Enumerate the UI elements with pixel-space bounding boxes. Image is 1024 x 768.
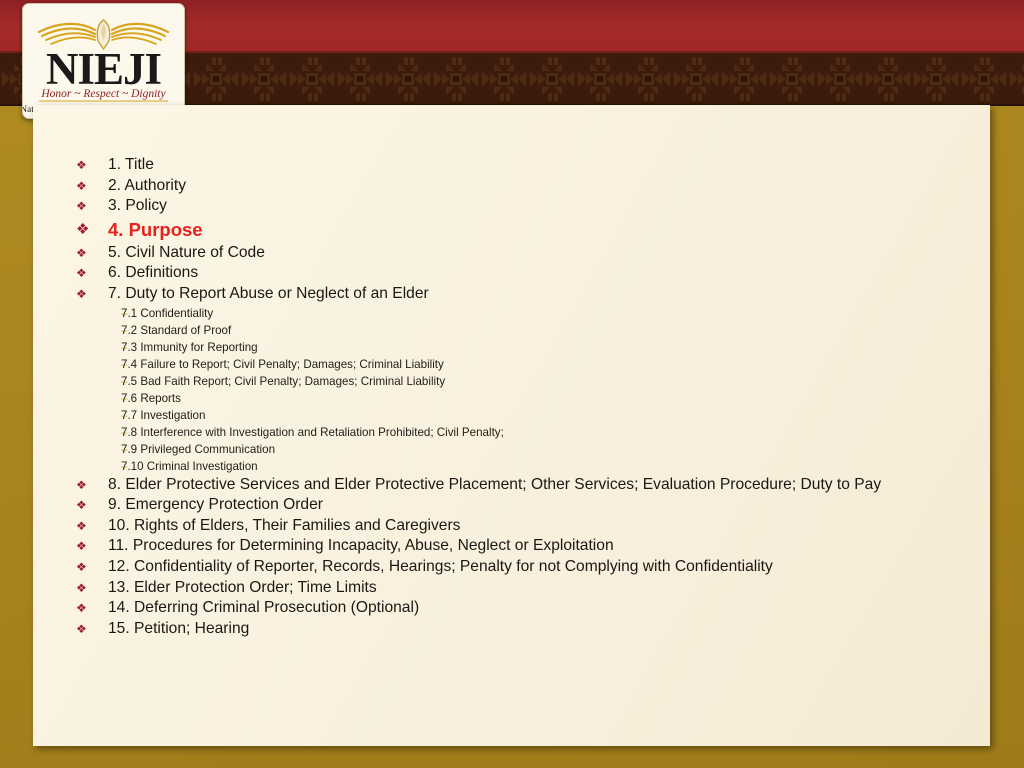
logo-wordmark: NIEJI [46, 44, 161, 94]
diamond-bullet-icon: ❖ [76, 539, 87, 554]
outline-item: ❖ 15. Petition; Hearing [72, 619, 976, 640]
dash-bullet-icon: – [121, 374, 128, 388]
outline-subitem: –7.8 Interference with Investigation and… [72, 424, 976, 441]
outline-item: ❖ 3. Policy [72, 196, 976, 217]
outline-item: ❖ 7. Duty to Report Abuse or Neglect of a… [72, 284, 976, 305]
outline-item: ❖ 14. Deferring Criminal Prosecution (Opt… [72, 598, 976, 619]
outline-subitem: –7.10 Criminal Investigation [72, 458, 976, 475]
dash-bullet-icon: – [121, 306, 128, 320]
outline-item-label: 7.6 Reports [121, 391, 181, 405]
outline-item-label: 6. Definitions [108, 264, 199, 282]
dash-bullet-icon: – [121, 425, 128, 439]
dash-bullet-icon: – [121, 323, 128, 337]
outline-item: ❖ 8. Elder Protective Services and Elder … [72, 475, 976, 496]
outline-subitem: –7.1 Confidentiality [72, 305, 976, 322]
outline-item-label: 7.4 Failure to Report; Civil Penalty; Da… [121, 357, 444, 371]
outline-item-label: 13. Elder Protection Order; Time Limits [108, 578, 377, 596]
slide: NIEJI Honor ~ Respect ~ Dignity National… [0, 0, 1024, 768]
outline-subitem: –7.4 Failure to Report; Civil Penalty; D… [72, 356, 976, 373]
outline-subitem: –7.6 Reports [72, 390, 976, 407]
logo-tagline: Honor ~ Respect ~ Dignity [40, 88, 166, 100]
outline-item-label: 7.10 Criminal Investigation [121, 459, 258, 473]
dash-bullet-icon: – [121, 357, 128, 371]
outline-item-label: 5. Civil Nature of Code [108, 243, 265, 261]
outline-subitem: –7.9 Privileged Communication [72, 441, 976, 458]
dash-bullet-icon: – [121, 408, 128, 422]
outline-item-label: 7.5 Bad Faith Report; Civil Penalty; Dam… [121, 374, 446, 388]
outline-item-label: 7.7 Investigation [121, 408, 206, 422]
table-of-contents-list: ❖ 1. Title ❖ 2. Authority ❖ 3. Policy ❖ 4. Purp… [72, 155, 976, 639]
diamond-bullet-icon: ❖ [76, 178, 87, 193]
dash-bullet-icon: – [121, 442, 128, 456]
outline-item-label: 7.1 Confidentiality [121, 306, 214, 320]
diamond-bullet-icon: ❖ [76, 498, 87, 513]
outline-item-label: 7.3 Immunity for Reporting [121, 340, 258, 354]
outline-item-label: 15. Petition; Hearing [108, 619, 250, 637]
outline-subitem: –7.7 Investigation [72, 407, 976, 424]
outline-item: ❖ 11. Procedures for Determining Incapaci… [72, 536, 976, 557]
outline-item-label: 3. Policy [108, 197, 167, 215]
outline-item: ❖ 13. Elder Protection Order; Time Limits [72, 578, 976, 599]
outline-item: ❖ 12. Confidentiality of Reporter, Record… [72, 557, 976, 578]
diamond-bullet-icon: ❖ [76, 286, 87, 301]
dash-bullet-icon: – [121, 340, 128, 354]
content-panel: ❖ 1. Title ❖ 2. Authority ❖ 3. Policy ❖ 4. Purp… [33, 105, 990, 746]
outline-item-label: 12. Confidentiality of Reporter, Records… [108, 557, 773, 575]
outline-item-label: 9. Emergency Protection Order [108, 496, 323, 514]
outline-item: ❖ 9. Emergency Protection Order [72, 495, 976, 516]
diamond-bullet-icon: ❖ [76, 559, 87, 574]
diamond-bullet-icon: ❖ [76, 266, 87, 281]
diamond-bullet-icon: ❖ [76, 621, 87, 636]
diamond-bullet-icon: ❖ [76, 477, 87, 492]
outline-item-label: 7.2 Standard of Proof [121, 323, 232, 337]
outline-item: ❖ 2. Authority [72, 176, 976, 197]
outline-item: ❖ 5. Civil Nature of Code [72, 243, 976, 264]
outline-item-label: 7. Duty to Report Abuse or Neglect of an… [108, 284, 429, 302]
outline-item: ❖ 6. Definitions [72, 263, 976, 284]
diamond-bullet-icon: ❖ [76, 601, 87, 616]
outline-item-label: 10. Rights of Elders, Their Families and… [108, 516, 461, 534]
outline-item-label: 7.9 Privileged Communication [121, 442, 276, 456]
outline-item: ❖ 10. Rights of Elders, Their Families an… [72, 516, 976, 537]
dash-bullet-icon: – [121, 459, 128, 473]
diamond-bullet-icon: ❖ [76, 220, 90, 238]
outline-item: ❖ 4. Purpose [72, 217, 976, 243]
outline-item-label: 8. Elder Protective Services and Elder P… [108, 475, 882, 493]
diamond-bullet-icon: ❖ [76, 518, 87, 533]
diamond-bullet-icon: ❖ [76, 245, 87, 260]
outline-item-label: 11. Procedures for Determining Incapacit… [108, 537, 614, 555]
outline-item-label: 2. Authority [108, 176, 187, 194]
outline-item-label: 7.8 Interference with Investigation and … [121, 425, 504, 439]
outline-subitem: –7.3 Immunity for Reporting [72, 339, 976, 356]
outline-subitem: –7.2 Standard of Proof [72, 322, 976, 339]
outline-item-label: 1. Title [108, 156, 154, 173]
diamond-bullet-icon: ❖ [76, 199, 87, 214]
outline-item-label: 4. Purpose [108, 218, 203, 240]
nieji-logo-icon: NIEJI Honor ~ Respect ~ Dignity National… [23, 4, 184, 118]
dash-bullet-icon: – [121, 391, 128, 405]
diamond-bullet-icon: ❖ [76, 158, 87, 172]
outline-subitem: –7.5 Bad Faith Report; Civil Penalty; Da… [72, 373, 976, 390]
diamond-bullet-icon: ❖ [76, 580, 87, 595]
outline-item-label: 14. Deferring Criminal Prosecution (Opti… [108, 599, 420, 617]
outline-item: ❖ 1. Title [72, 155, 976, 176]
nieji-logo-card: NIEJI Honor ~ Respect ~ Dignity National… [22, 3, 185, 119]
